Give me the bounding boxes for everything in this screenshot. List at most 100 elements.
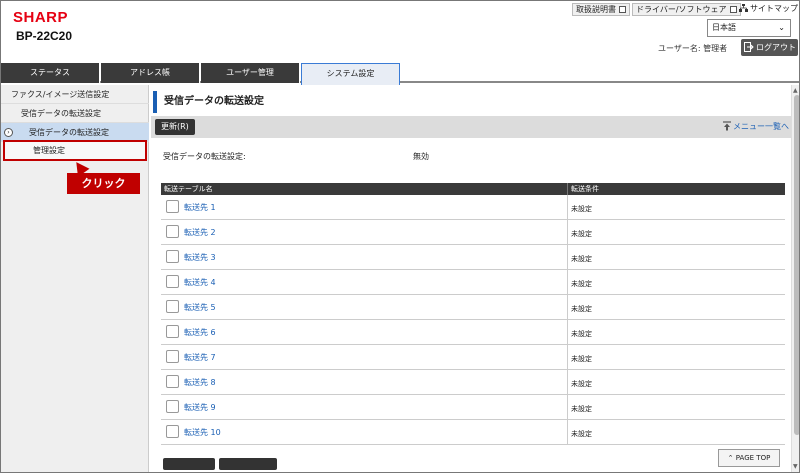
forward-setting-value: 無効 — [413, 152, 429, 161]
table-row: 転送先 10 未設定 — [161, 420, 785, 445]
row-checkbox[interactable] — [166, 200, 179, 213]
logout-icon — [744, 42, 754, 52]
column-divider — [567, 395, 568, 420]
condition-value: 未設定 — [571, 430, 592, 438]
column-divider — [567, 370, 568, 395]
sitemap-icon — [739, 4, 748, 12]
destination-link[interactable]: 転送先 10 — [184, 427, 221, 438]
destination-link[interactable]: 転送先 5 — [184, 302, 216, 313]
condition-value: 未設定 — [571, 230, 592, 238]
row-checkbox[interactable] — [166, 300, 179, 313]
sidebar-item-label: 受信データの転送設定 — [29, 128, 109, 137]
row-checkbox[interactable] — [166, 325, 179, 338]
condition-value: 未設定 — [571, 355, 592, 363]
column-divider — [567, 420, 568, 445]
condition-value: 未設定 — [571, 405, 592, 413]
click-callout: クリック — [67, 173, 140, 194]
destination-link[interactable]: 転送先 9 — [184, 402, 216, 413]
row-checkbox[interactable] — [166, 400, 179, 413]
table-row: 転送先 7 未設定 — [161, 345, 785, 370]
condition-value: 未設定 — [571, 330, 592, 338]
app-window: SHARP BP-22C20 取扱説明書 ドライバー/ソフトウェア サイトマップ… — [0, 0, 800, 473]
sidebar-item-fax-image-send[interactable]: ファクス/イメージ送信設定 — [1, 85, 149, 104]
logout-button[interactable]: ログアウト — [741, 39, 798, 56]
toolbar: 更新(R) メニュー一覧へ — [151, 116, 791, 138]
chevron-right-icon: › — [4, 128, 13, 137]
table-row: 転送先 5 未設定 — [161, 295, 785, 320]
chevron-up-icon: ⌃ — [727, 454, 734, 462]
scroll-up-icon[interactable]: ▲ — [793, 87, 798, 94]
driver-link-label: ドライバー/ソフトウェア — [636, 5, 727, 14]
column-divider — [567, 245, 568, 270]
bottom-action-button[interactable] — [163, 458, 215, 470]
arrow-up-icon — [723, 121, 731, 131]
language-select[interactable]: 日本語 ⌄ — [707, 19, 791, 37]
forward-setting-label: 受信データの転送設定: — [163, 152, 246, 161]
page-title: 受信データの転送設定 — [153, 91, 789, 113]
table-row: 転送先 1 未設定 — [161, 195, 785, 220]
table-row: 転送先 4 未設定 — [161, 270, 785, 295]
sitemap-link[interactable]: サイトマップ — [739, 3, 798, 15]
user-name: ユーザー名: 管理者 — [658, 44, 728, 53]
driver-link[interactable]: ドライバー/ソフトウェア — [632, 3, 741, 16]
column-divider — [567, 195, 568, 220]
sitemap-label: サイトマップ — [750, 4, 798, 13]
table-row: 転送先 9 未設定 — [161, 395, 785, 420]
row-checkbox[interactable] — [166, 225, 179, 238]
sidebar: ファクス/イメージ送信設定 受信データの転送設定 › 受信データの転送設定 管理… — [1, 85, 149, 472]
column-divider — [567, 270, 568, 295]
row-checkbox[interactable] — [166, 425, 179, 438]
column-divider — [567, 295, 568, 320]
table-row: 転送先 8 未設定 — [161, 370, 785, 395]
menu-list-link[interactable]: メニュー一覧へ — [722, 121, 789, 132]
table-row: 転送先 3 未設定 — [161, 245, 785, 270]
external-link-icon — [619, 6, 626, 13]
destination-link[interactable]: 転送先 3 — [184, 252, 216, 263]
update-button[interactable]: 更新(R) — [155, 119, 195, 135]
column-header-table-name: 転送テーブル名 — [161, 183, 567, 195]
tab-address-book[interactable]: アドレス帳 — [101, 63, 200, 83]
condition-value: 未設定 — [571, 280, 592, 288]
vertical-scrollbar[interactable]: ▲ ▼ — [791, 85, 799, 472]
scroll-thumb[interactable] — [794, 95, 799, 435]
menu-list-label: メニュー一覧へ — [733, 122, 789, 131]
tab-system-settings[interactable]: システム設定 — [301, 63, 400, 85]
condition-value: 未設定 — [571, 380, 592, 388]
tab-status[interactable]: ステータス — [1, 63, 100, 83]
destination-link[interactable]: 転送先 7 — [184, 352, 216, 363]
tab-user-management[interactable]: ユーザー管理 — [201, 63, 300, 83]
sidebar-item-forward-settings[interactable]: 受信データの転送設定 — [1, 104, 149, 123]
external-link-icon — [729, 6, 737, 13]
destination-link[interactable]: 転送先 6 — [184, 327, 216, 338]
row-checkbox[interactable] — [166, 275, 179, 288]
main-content: 受信データの転送設定 更新(R) メニュー一覧へ 受信データの転送設定: 無効 … — [151, 85, 791, 472]
logout-label: ログアウト — [756, 43, 796, 52]
destination-link[interactable]: 転送先 2 — [184, 227, 216, 238]
destination-link[interactable]: 転送先 8 — [184, 377, 216, 388]
language-value: 日本語 — [712, 23, 736, 32]
row-checkbox[interactable] — [166, 375, 179, 388]
table-row: 転送先 6 未設定 — [161, 320, 785, 345]
scroll-down-icon[interactable]: ▼ — [793, 463, 798, 470]
header: SHARP BP-22C20 取扱説明書 ドライバー/ソフトウェア サイトマップ… — [1, 1, 799, 63]
destination-link[interactable]: 転送先 4 — [184, 277, 216, 288]
row-checkbox[interactable] — [166, 250, 179, 263]
condition-value: 未設定 — [571, 255, 592, 263]
bottom-action-button[interactable] — [219, 458, 277, 470]
page-top-label: PAGE TOP — [735, 454, 771, 462]
sidebar-item-admin-settings[interactable]: 管理設定 — [3, 140, 147, 161]
column-header-condition: 転送条件 — [567, 183, 785, 195]
manual-link[interactable]: 取扱説明書 — [572, 3, 630, 16]
column-divider — [567, 220, 568, 245]
destination-link[interactable]: 転送先 1 — [184, 202, 216, 213]
row-checkbox[interactable] — [166, 350, 179, 363]
condition-value: 未設定 — [571, 205, 592, 213]
main-tabs: ステータス アドレス帳 ユーザー管理 システム設定 — [1, 63, 799, 85]
column-divider — [567, 320, 568, 345]
chevron-down-icon: ⌄ — [778, 23, 785, 32]
page-top-button[interactable]: ⌃ PAGE TOP — [718, 449, 780, 467]
brand-logo: SHARP — [13, 9, 69, 26]
table-row: 転送先 2 未設定 — [161, 220, 785, 245]
model-name: BP-22C20 — [16, 29, 73, 43]
manual-link-label: 取扱説明書 — [576, 5, 616, 14]
